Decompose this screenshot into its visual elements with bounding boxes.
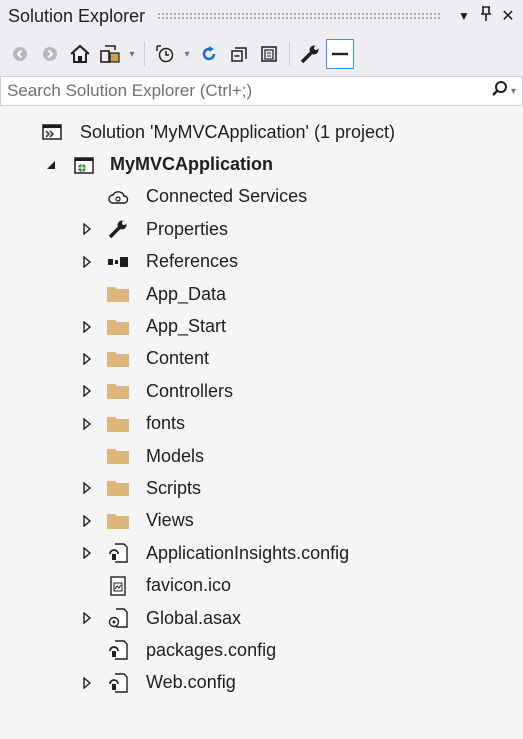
window-title: Solution Explorer <box>8 5 146 26</box>
config-file-icon <box>106 541 130 565</box>
collapsed-arrow-icon[interactable] <box>80 255 94 269</box>
folder-icon <box>106 347 130 371</box>
tree-item-label: References <box>146 251 239 272</box>
solution-icon <box>40 120 64 144</box>
window-position-dropdown-icon[interactable]: ▼ <box>455 9 473 23</box>
collapsed-arrow-icon[interactable] <box>80 611 94 625</box>
tree-row[interactable]: Content <box>0 343 523 375</box>
switch-views-icon[interactable] <box>96 39 124 69</box>
tree-item-label: Controllers <box>146 380 234 401</box>
collapsed-arrow-icon[interactable] <box>80 222 94 236</box>
toolbar-separator <box>289 42 290 66</box>
tree-item-label: Connected Services <box>146 186 308 207</box>
back-icon[interactable] <box>6 39 34 69</box>
collapsed-arrow-icon[interactable] <box>80 676 94 690</box>
collapsed-arrow-icon[interactable] <box>80 481 94 495</box>
folder-icon <box>106 282 130 306</box>
forward-icon[interactable] <box>36 39 64 69</box>
collapsed-arrow-icon[interactable] <box>80 384 94 398</box>
expanded-arrow-icon[interactable] <box>44 158 58 172</box>
tree-row[interactable]: Global.asax <box>0 602 523 634</box>
web-project-icon <box>72 153 96 177</box>
search-box[interactable]: Search Solution Explorer (Ctrl+;) ▾ <box>0 76 523 106</box>
collapsed-arrow-icon[interactable] <box>80 417 94 431</box>
search-icon[interactable] <box>491 80 509 103</box>
wrench-icon <box>106 217 130 241</box>
tree-item-label: ApplicationInsights.config <box>146 542 350 563</box>
tree-item-label: fonts <box>146 413 186 434</box>
tree-item-label: Scripts <box>146 477 202 498</box>
tree-item-label: Content <box>146 348 210 369</box>
show-all-files-icon[interactable] <box>255 39 283 69</box>
project-label: MyMVCApplication <box>110 154 274 175</box>
tree-item-label: App_Start <box>146 316 227 337</box>
tree-item-label: App_Data <box>146 283 227 304</box>
solution-label: Solution 'MyMVCApplication' (1 project) <box>80 121 395 142</box>
collapsed-arrow-icon[interactable] <box>80 352 94 366</box>
tree-item-label: favicon.ico <box>146 575 232 596</box>
tree-row[interactable]: Controllers <box>0 375 523 407</box>
tree-item-label: Properties <box>146 218 229 239</box>
solution-explorer-window: Solution Explorer ▼ ✕ ▾ ▾ Search Solutio… <box>0 0 523 699</box>
references-icon <box>106 250 130 274</box>
tree-row[interactable]: Models <box>0 440 523 472</box>
solution-tree: Solution 'MyMVCApplication' (1 project) … <box>0 112 523 699</box>
pending-changes-filter-icon[interactable] <box>151 39 179 69</box>
tree-row[interactable]: ApplicationInsights.config <box>0 537 523 569</box>
tree-row-solution[interactable]: Solution 'MyMVCApplication' (1 project) <box>0 116 523 148</box>
collapsed-arrow-icon[interactable] <box>80 320 94 334</box>
tree-row[interactable]: Web.config <box>0 667 523 699</box>
pin-icon[interactable] <box>477 5 495 27</box>
config-file-icon <box>106 671 130 695</box>
folder-icon <box>106 476 130 500</box>
tree-row[interactable]: App_Start <box>0 310 523 342</box>
search-input[interactable]: Search Solution Explorer (Ctrl+;) <box>7 81 491 101</box>
image-file-icon <box>106 574 130 598</box>
properties-wrench-icon[interactable] <box>296 39 324 69</box>
folder-icon <box>106 315 130 339</box>
preview-selected-icon[interactable] <box>326 39 354 69</box>
collapsed-arrow-icon[interactable] <box>80 514 94 528</box>
tree-row-project[interactable]: MyMVCApplication <box>0 148 523 180</box>
title-bar[interactable]: Solution Explorer ▼ ✕ <box>0 0 523 32</box>
tree-item-label: Web.config <box>146 672 236 693</box>
tree-row[interactable]: Connected Services <box>0 181 523 213</box>
tree-row[interactable]: favicon.ico <box>0 569 523 601</box>
tree-item-label: Global.asax <box>146 607 242 628</box>
collapsed-arrow-icon[interactable] <box>80 546 94 560</box>
folder-icon <box>106 379 130 403</box>
config-file-icon <box>106 638 130 662</box>
toolbar-separator <box>144 42 145 66</box>
project-items: Connected Services Properties References Ap… <box>0 181 523 699</box>
tree-row[interactable]: Views <box>0 505 523 537</box>
drag-grip[interactable] <box>157 12 441 20</box>
tree-item-label: Views <box>146 510 194 531</box>
tree-row[interactable]: packages.config <box>0 634 523 666</box>
tree-row[interactable]: Properties <box>0 213 523 245</box>
folder-icon <box>106 444 130 468</box>
tree-item-label: Models <box>146 445 205 466</box>
filter-dropdown-icon[interactable]: ▾ <box>181 49 193 60</box>
folder-icon <box>106 412 130 436</box>
search-options-dropdown-icon[interactable]: ▾ <box>511 86 516 97</box>
close-icon[interactable]: ✕ <box>499 6 517 26</box>
connected-services-icon <box>106 185 130 209</box>
collapse-all-icon[interactable] <box>225 39 253 69</box>
switch-views-dropdown-icon[interactable]: ▾ <box>126 49 138 60</box>
tree-row[interactable]: Scripts <box>0 472 523 504</box>
tree-row[interactable]: App_Data <box>0 278 523 310</box>
home-icon[interactable] <box>66 39 94 69</box>
toolbar: ▾ ▾ <box>0 32 523 76</box>
sync-icon[interactable] <box>195 39 223 69</box>
tree-row[interactable]: fonts <box>0 408 523 440</box>
asax-file-icon <box>106 606 130 630</box>
folder-icon <box>106 509 130 533</box>
tree-item-label: packages.config <box>146 639 277 660</box>
tree-row[interactable]: References <box>0 246 523 278</box>
